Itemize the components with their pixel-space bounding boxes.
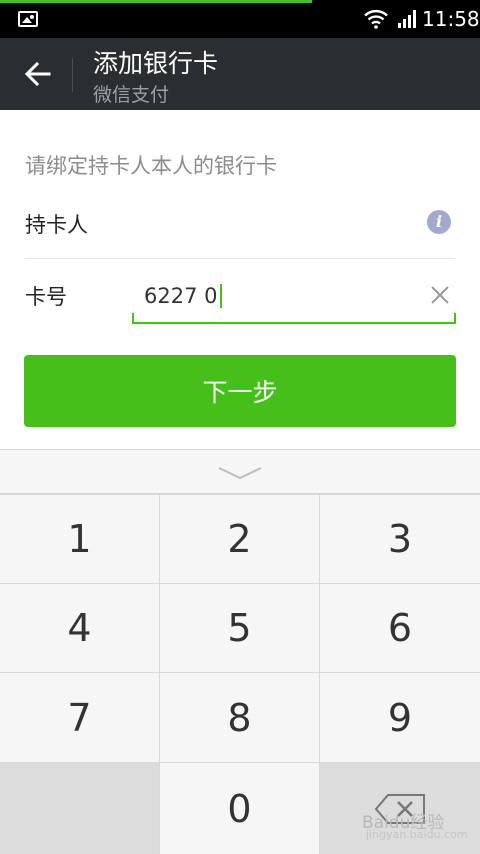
signal-icon	[398, 10, 416, 28]
key-8[interactable]: 8	[160, 673, 319, 762]
card-number-label: 卡号	[25, 285, 67, 309]
back-arrow-icon	[24, 61, 51, 87]
key-2[interactable]: 2	[160, 495, 319, 583]
watermark-url: jingyan.baidu.com	[366, 828, 468, 841]
page-subtitle: 微信支付	[93, 84, 170, 106]
status-time: 11:58	[422, 7, 480, 31]
key-5[interactable]: 5	[160, 584, 319, 672]
key-7[interactable]: 7	[0, 673, 159, 762]
back-button[interactable]	[12, 48, 64, 100]
card-number-value: 6227 0	[144, 284, 218, 308]
status-bar: 11:58	[0, 0, 480, 38]
key-blank	[0, 763, 159, 854]
text-caret	[220, 284, 222, 308]
wifi-icon	[364, 9, 388, 29]
loading-progress-bar	[0, 0, 312, 3]
key-3[interactable]: 3	[320, 495, 480, 583]
key-0[interactable]: 0	[160, 763, 319, 854]
chevron-down-icon	[218, 467, 262, 480]
key-4[interactable]: 4	[0, 584, 159, 672]
cardholder-label: 持卡人	[25, 213, 88, 237]
next-step-button[interactable]: 下一步	[24, 355, 456, 427]
image-icon	[18, 11, 38, 27]
action-bar: 添加银行卡 微信支付	[0, 38, 480, 110]
numeric-keypad: 1 2 3 4 5 6 7 8 9 0	[0, 494, 480, 854]
clear-icon[interactable]	[429, 284, 451, 306]
page-title: 添加银行卡	[93, 49, 219, 78]
header-divider	[72, 58, 73, 92]
info-icon[interactable]: i	[427, 210, 451, 234]
key-6[interactable]: 6	[320, 584, 480, 672]
row-divider	[25, 258, 455, 259]
form-hint: 请绑定持卡人本人的银行卡	[25, 154, 277, 178]
key-9[interactable]: 9	[320, 673, 480, 762]
key-1[interactable]: 1	[0, 495, 159, 583]
keyboard-collapse-bar[interactable]	[0, 449, 480, 494]
card-number-input[interactable]: 6227 0	[132, 272, 456, 324]
